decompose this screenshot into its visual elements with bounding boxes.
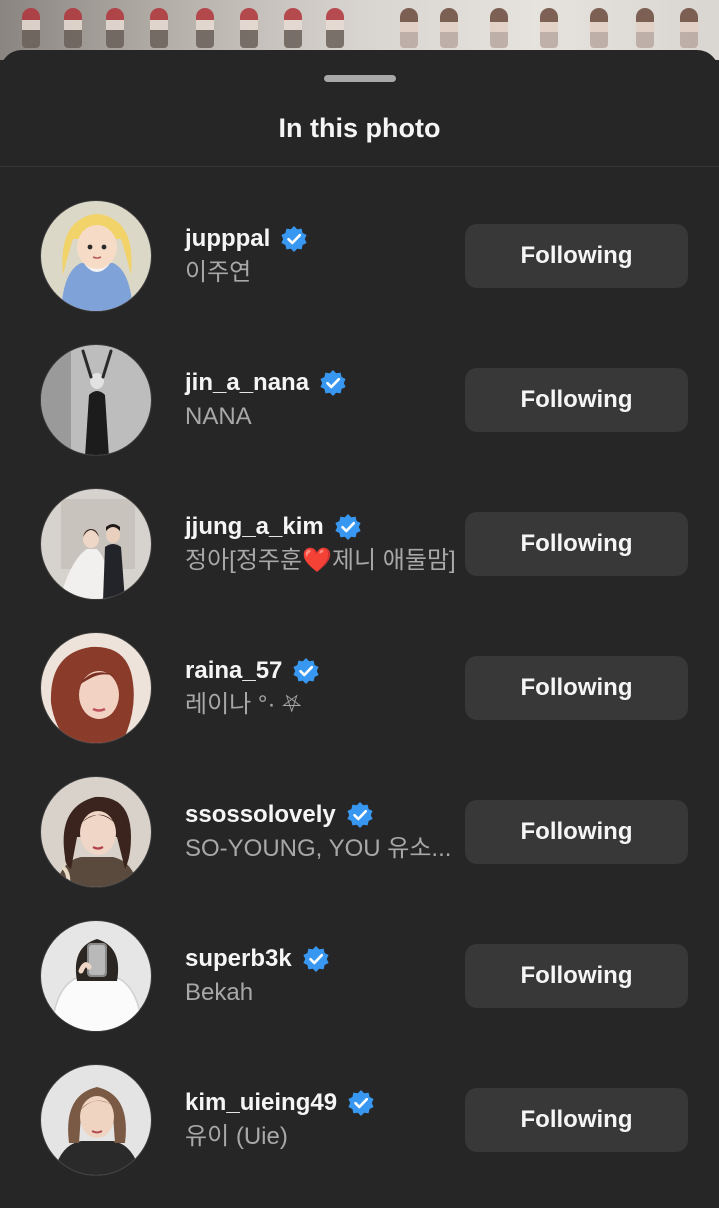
- list-item[interactable]: superb3k Bekah Following: [0, 920, 719, 1064]
- username[interactable]: jin_a_nana: [185, 368, 347, 398]
- avatar[interactable]: [40, 200, 152, 312]
- following-button[interactable]: Following: [465, 656, 688, 720]
- list-item[interactable]: ssossolovely SO-YOUNG, YOU 유소... Followi…: [0, 776, 719, 920]
- verified-badge-icon: [281, 226, 307, 252]
- username-text[interactable]: ssossolovely: [185, 800, 336, 830]
- verified-badge-icon: [320, 370, 346, 396]
- username[interactable]: jupppal: [185, 224, 308, 254]
- header-divider: [0, 166, 719, 167]
- tagged-people-sheet: In this photo jupppal 이주연 Following jin_…: [0, 50, 719, 1200]
- avatar[interactable]: [40, 344, 152, 456]
- following-button[interactable]: Following: [465, 512, 688, 576]
- username-text[interactable]: raina_57: [185, 656, 282, 686]
- list-item[interactable]: kim_uieing49 유이 (Uie) Following: [0, 1064, 719, 1208]
- following-button[interactable]: Following: [465, 1088, 688, 1152]
- username[interactable]: ssossolovely: [185, 800, 374, 830]
- full-name: 유이 (Uie): [185, 1123, 288, 1150]
- verified-badge-icon: [335, 514, 361, 540]
- list-item[interactable]: jin_a_nana NANA Following: [0, 344, 719, 488]
- drag-handle[interactable]: [324, 75, 396, 82]
- username-text[interactable]: superb3k: [185, 944, 292, 974]
- list-item[interactable]: jjung_a_kim 정아[정주훈❤️제니 애둘맘] Following: [0, 488, 719, 632]
- sheet-title: In this photo: [278, 113, 441, 143]
- following-button[interactable]: Following: [465, 800, 688, 864]
- following-button[interactable]: Following: [465, 224, 688, 288]
- verified-badge-icon: [293, 658, 320, 684]
- avatar[interactable]: [40, 1064, 152, 1176]
- full-name: SO-YOUNG, YOU 유소...: [185, 835, 452, 862]
- username-text[interactable]: kim_uieing49: [185, 1088, 337, 1118]
- username[interactable]: jjung_a_kim: [185, 512, 362, 542]
- avatar[interactable]: [40, 776, 152, 888]
- full-name: NANA: [185, 403, 252, 430]
- username-text[interactable]: jjung_a_kim: [185, 512, 324, 542]
- verified-badge-icon: [303, 946, 329, 972]
- following-button[interactable]: Following: [465, 944, 688, 1008]
- avatar[interactable]: [40, 920, 152, 1032]
- username-text[interactable]: jin_a_nana: [185, 368, 309, 398]
- username[interactable]: raina_57: [185, 656, 320, 686]
- list-item[interactable]: jupppal 이주연 Following: [0, 200, 719, 344]
- verified-badge-icon: [348, 1090, 374, 1116]
- avatar[interactable]: [40, 488, 152, 600]
- full-name: 정아[정주훈❤️제니 애둘맘]: [185, 547, 456, 574]
- following-button[interactable]: Following: [465, 368, 688, 432]
- full-name: 이주연: [185, 259, 252, 286]
- username-text[interactable]: jupppal: [185, 224, 270, 254]
- username[interactable]: superb3k: [185, 944, 330, 974]
- username[interactable]: kim_uieing49: [185, 1088, 375, 1118]
- avatar[interactable]: [40, 632, 152, 744]
- list-item[interactable]: raina_57 레이나 °· ⛧ Following: [0, 632, 719, 776]
- full-name: 레이나 °· ⛧: [185, 691, 302, 718]
- verified-badge-icon: [347, 802, 373, 828]
- full-name: Bekah: [185, 979, 254, 1006]
